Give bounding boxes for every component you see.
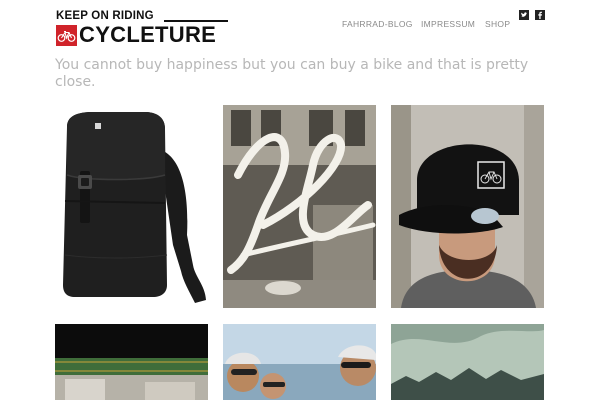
nav-item-impressum[interactable]: IMPRESSUM — [421, 19, 475, 29]
post-tile-cyclists[interactable] — [223, 324, 376, 400]
nav-item-shop[interactable]: SHOP — [485, 19, 510, 29]
twitter-icon[interactable] — [519, 10, 529, 20]
banner-image — [55, 324, 208, 400]
site-logo[interactable]: KEEP ON RIDING CYCLETURE — [56, 10, 232, 48]
post-tile-bicycle-classic[interactable] — [55, 324, 208, 400]
shop-window-image — [223, 105, 376, 308]
post-tile-la-bicicleta[interactable] — [223, 105, 376, 308]
nav-item-fahrrad-blog[interactable]: FAHRRAD-BLOG — [342, 19, 413, 29]
cap-image — [391, 105, 544, 308]
post-tile-mountains[interactable] — [391, 324, 544, 400]
site-tagline: You cannot buy happiness but you can buy… — [55, 57, 529, 90]
post-tile-backpack[interactable] — [55, 105, 208, 308]
facebook-icon[interactable] — [535, 10, 545, 20]
backpack-image — [55, 105, 208, 308]
logo-wordmark: CYCLETURE — [79, 22, 217, 47]
bicycle-logo-icon — [56, 25, 77, 46]
post-tile-cap[interactable] — [391, 105, 544, 308]
mountain-image — [391, 324, 544, 400]
logo-tagline: KEEP ON RIDING — [56, 10, 154, 22]
cyclists-image — [223, 324, 376, 400]
